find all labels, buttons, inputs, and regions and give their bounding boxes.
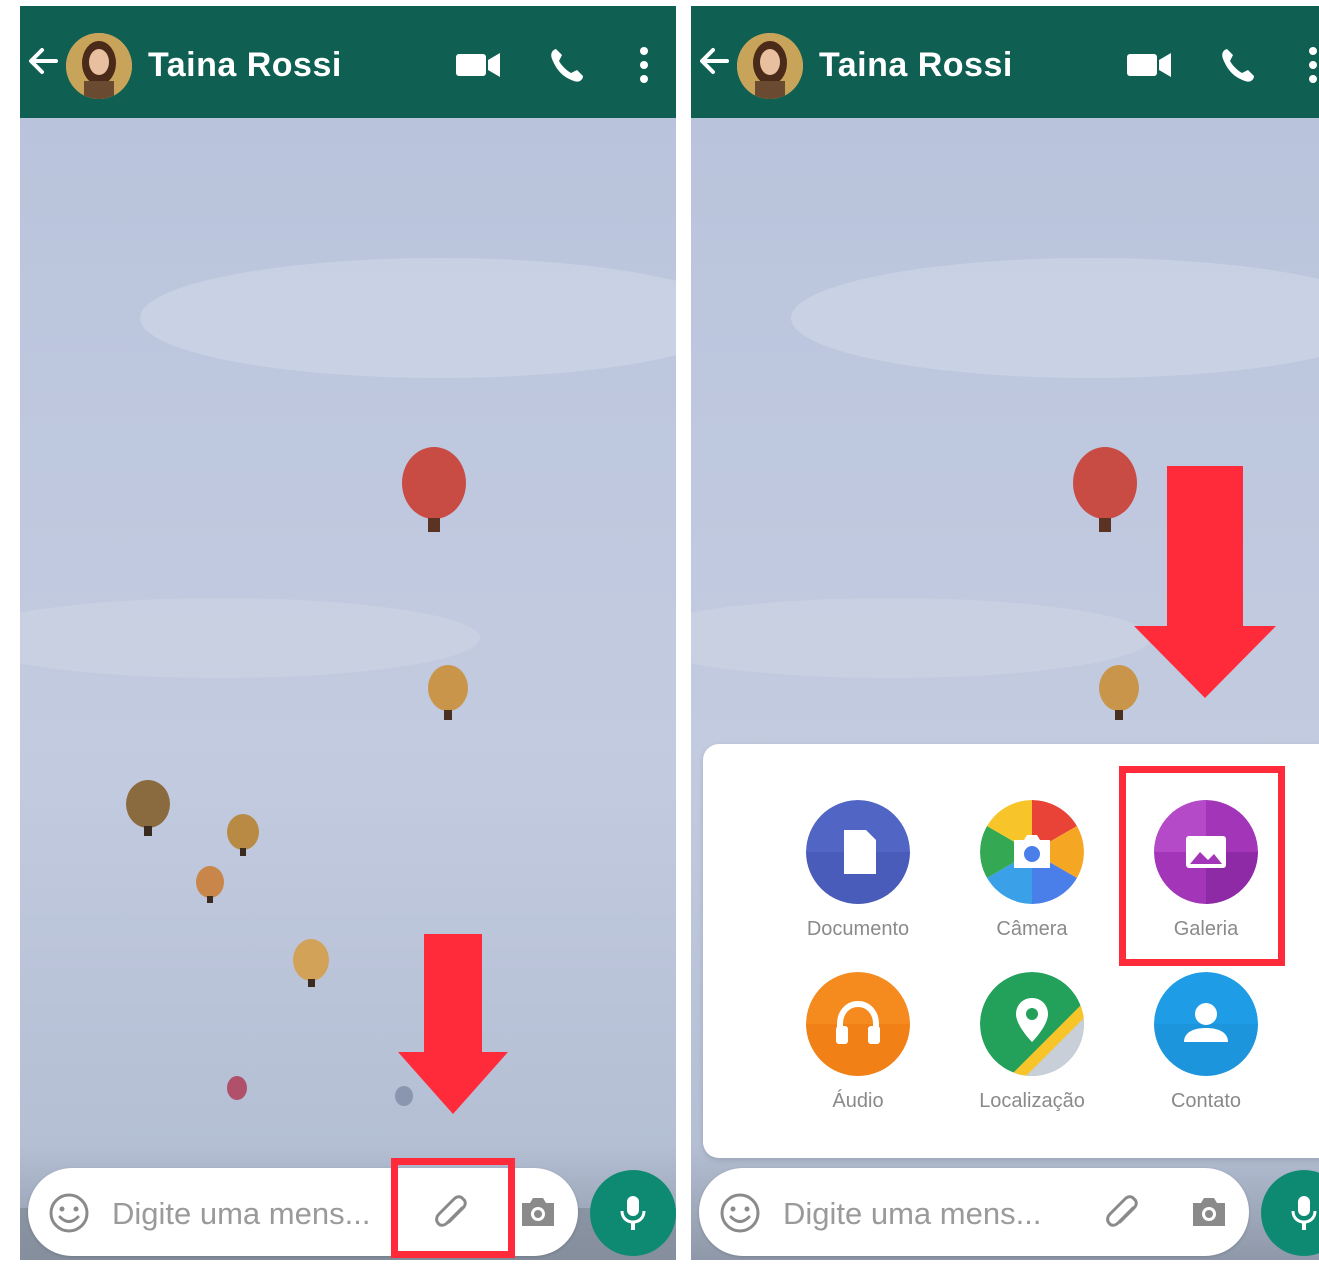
chat-header: Taina Rossi: [691, 6, 1319, 118]
camera-icon[interactable]: [518, 1194, 558, 1230]
chat-screen-left: Taina Rossi Digite uma mens...: [20, 6, 676, 1260]
contact-avatar[interactable]: [737, 33, 803, 99]
arrow-down-icon: [1134, 466, 1276, 698]
attach-document-label: Documento: [806, 918, 910, 940]
tutorial-stage: Taina Rossi Digite uma mens... Taina Ros…: [0, 0, 1319, 1265]
message-input[interactable]: Digite uma mens...: [783, 1196, 1041, 1232]
document-icon: [806, 800, 910, 904]
chat-wallpaper: [20, 118, 676, 1260]
contact-name[interactable]: Taina Rossi: [148, 46, 342, 85]
video-call-icon[interactable]: [1127, 51, 1171, 79]
camera-icon: [980, 800, 1084, 904]
more-options-icon[interactable]: [1307, 46, 1319, 84]
gallery-highlight-box: [1119, 766, 1285, 966]
message-input[interactable]: Digite uma mens...: [112, 1196, 370, 1232]
contact-icon: [1154, 972, 1258, 1076]
attach-audio-label: Áudio: [832, 1090, 884, 1112]
microphone-icon: [1291, 1196, 1317, 1230]
message-input-bar: Digite uma mens...: [699, 1168, 1249, 1256]
voice-call-icon[interactable]: [548, 46, 586, 84]
microphone-icon: [620, 1196, 646, 1230]
attach-highlight-box: [391, 1158, 515, 1258]
voice-call-icon[interactable]: [1219, 46, 1257, 84]
emoji-icon[interactable]: [48, 1192, 90, 1234]
attach-document-button[interactable]: Documento: [783, 800, 933, 941]
headphones-icon: [806, 972, 910, 1076]
attach-contact-label: Contato: [1170, 1090, 1242, 1112]
arrow-down-icon: [398, 934, 508, 1114]
attach-location-button[interactable]: Localização: [957, 972, 1107, 1113]
back-arrow-icon[interactable]: [26, 44, 60, 78]
attach-location-label: Localização: [979, 1090, 1085, 1112]
video-call-icon[interactable]: [456, 51, 500, 79]
contact-avatar[interactable]: [66, 33, 132, 99]
attach-contact-button[interactable]: Contato: [1131, 972, 1281, 1113]
camera-icon[interactable]: [1189, 1194, 1229, 1230]
attach-audio-button[interactable]: Áudio: [783, 972, 933, 1113]
attach-camera-button[interactable]: Câmera: [957, 800, 1107, 941]
voice-message-button[interactable]: [590, 1170, 676, 1256]
balloon: [227, 1076, 247, 1100]
contact-name[interactable]: Taina Rossi: [819, 46, 1013, 85]
attach-camera-label: Câmera: [996, 918, 1068, 940]
attach-clip-icon[interactable]: [1103, 1194, 1145, 1236]
chat-header: Taina Rossi: [20, 6, 676, 118]
location-icon: [980, 972, 1084, 1076]
emoji-icon[interactable]: [719, 1192, 761, 1234]
more-options-icon[interactable]: [638, 46, 650, 84]
back-arrow-icon[interactable]: [697, 44, 731, 78]
